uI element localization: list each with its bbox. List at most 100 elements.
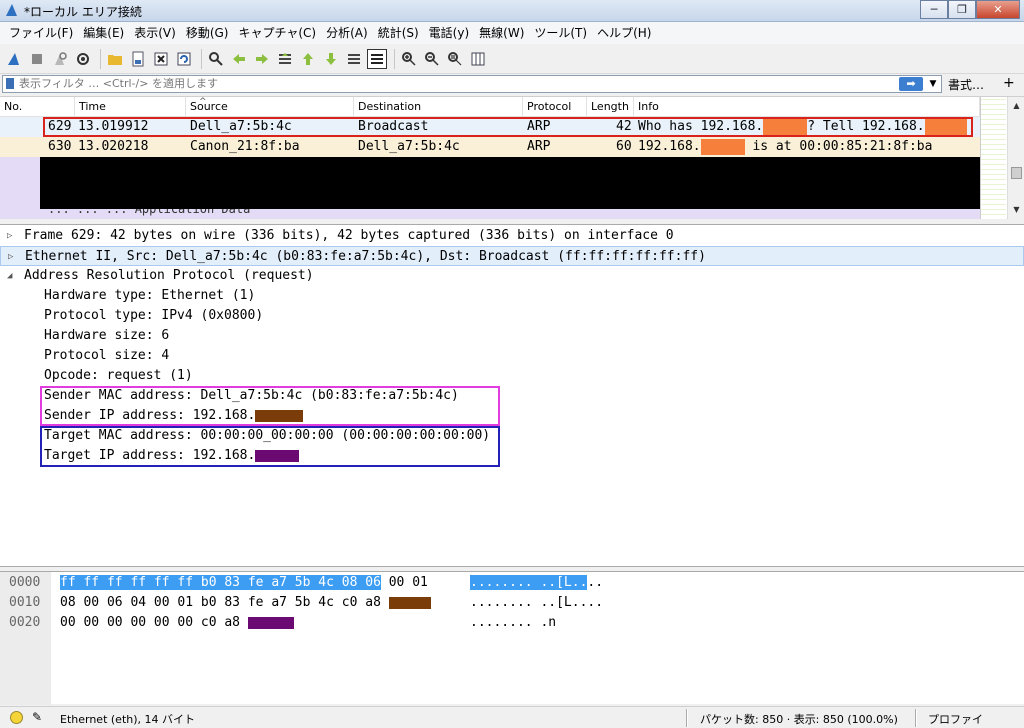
close-file-button[interactable] (151, 49, 171, 69)
folder-icon (108, 54, 122, 65)
packet-list-pane: No. Time ^ Source Destination Protocol Le… (0, 96, 1024, 219)
packet-destination: Dell_a7:5b:4c (358, 139, 460, 154)
zoom-out-button[interactable] (422, 49, 442, 69)
add-filter-button[interactable]: + (1003, 75, 1015, 91)
column-header-destination[interactable]: Destination (354, 97, 523, 117)
packet-source: Canon_21:8f:ba (190, 139, 300, 154)
go-last-button[interactable] (321, 49, 341, 69)
highlight-box-row-629 (43, 117, 973, 137)
bookmark-icon[interactable] (6, 78, 14, 89)
column-header-time[interactable]: Time ^ (75, 97, 207, 117)
save-file-button[interactable] (128, 49, 148, 69)
column-header-no[interactable]: No. (0, 97, 75, 117)
filter-expressions-button[interactable]: 書式… (948, 76, 984, 93)
reload-file-button[interactable] (174, 49, 194, 69)
menu-analyze[interactable]: 分析(A) (321, 22, 373, 44)
find-packet-button[interactable] (206, 49, 226, 69)
toolbar-separator (100, 48, 101, 69)
byte-hex: 08 00 06 04 00 01 b0 83 fe a7 5b 4c c0 a… (60, 593, 431, 613)
packet-no: 630 (48, 139, 72, 154)
auto-scroll-icon (348, 53, 360, 64)
expert-info-icon[interactable] (10, 711, 23, 724)
tree-field[interactable]: Opcode: request (1) (0, 366, 1024, 386)
go-back-button[interactable] (229, 49, 249, 69)
stop-capture-button[interactable] (27, 49, 47, 69)
go-to-packet-button[interactable] (275, 49, 295, 69)
status-profile[interactable]: プロファイル:Default (928, 711, 1024, 728)
capture-options-button[interactable] (73, 49, 93, 69)
resize-columns-button[interactable] (468, 49, 488, 69)
go-first-button[interactable] (298, 49, 318, 69)
column-header-time-label: Time (79, 100, 106, 113)
colorize-icon (371, 53, 383, 64)
column-header-protocol[interactable]: Protocol (523, 97, 587, 117)
edit-comment-icon[interactable]: ✎ (32, 710, 42, 724)
tree-field[interactable]: Protocol size: 4 (0, 346, 1024, 366)
colorize-button[interactable] (367, 48, 387, 69)
packet-row-630[interactable]: 630 13.020218 Canon_21:8f:ba Dell_a7:5b:… (0, 137, 980, 157)
scroll-thumb[interactable] (1011, 167, 1022, 179)
field-hardware-type: Hardware type: Ethernet (1) (44, 288, 256, 303)
menu-statistics[interactable]: 統計(S) (373, 22, 424, 44)
tree-frame-label: Frame 629: 42 bytes on wire (336 bits), … (24, 228, 674, 243)
auto-scroll-button[interactable] (344, 49, 364, 69)
tree-field[interactable]: Hardware type: Ethernet (1) (0, 286, 1024, 306)
redacted-bytes (388, 596, 431, 609)
menu-capture[interactable]: キャプチャ(C) (233, 22, 321, 44)
go-forward-button[interactable] (252, 49, 272, 69)
tree-arp[interactable]: ◢ Address Resolution Protocol (request) (0, 266, 1024, 286)
packet-list-scrollbar[interactable]: ▲ ▼ (1007, 97, 1024, 219)
menu-view[interactable]: 表示(V) (129, 22, 181, 44)
open-file-button[interactable] (105, 49, 125, 69)
maximize-button[interactable]: ❐ (948, 0, 976, 19)
arrow-left-icon (233, 53, 245, 64)
hex-rest: 00 00 00 00 00 00 c0 a8 (60, 615, 241, 630)
column-header-source[interactable]: Source (186, 97, 354, 117)
status-packet-count: パケット数: 850 · 表示: 850 (100.0%) (700, 713, 898, 726)
tree-field[interactable]: Protocol type: IPv4 (0x0800) (0, 306, 1024, 326)
ascii-rest: .. (587, 575, 604, 590)
apply-filter-button[interactable]: ➡ (899, 77, 923, 91)
arrow-up-icon (303, 52, 313, 65)
expand-arrow-icon[interactable]: ▷ (7, 226, 12, 246)
byte-offset: 0010 (9, 595, 41, 610)
zoom-reset-button[interactable] (445, 49, 465, 69)
display-filter-input[interactable]: 表示フィルタ … <Ctrl-/> を適用します (2, 75, 942, 93)
hex-rest: 00 01 (380, 575, 428, 590)
collapse-arrow-icon[interactable]: ◢ (7, 266, 12, 286)
packet-minimap[interactable] (980, 97, 1006, 219)
zoom-in-button[interactable] (399, 49, 419, 69)
menu-telephony[interactable]: 電話(y) (424, 22, 474, 44)
packet-info: 192.168. is at 00:00:85:21:8f:ba (638, 137, 932, 157)
shark-fin-icon (8, 52, 19, 65)
column-header-info[interactable]: Info (634, 97, 980, 117)
search-icon (209, 51, 223, 66)
tree-ethernet[interactable]: ▷ Ethernet II, Src: Dell_a7:5b:4c (b0:83… (0, 246, 1024, 266)
scroll-down-icon[interactable]: ▼ (1008, 203, 1024, 217)
filter-history-dropdown[interactable]: ▼ (927, 77, 939, 91)
scroll-up-icon[interactable]: ▲ (1008, 99, 1024, 113)
start-capture-button[interactable] (4, 49, 24, 69)
ascii-selected: ........ ..[L.. (470, 575, 588, 590)
column-header-length[interactable]: Length (587, 97, 634, 117)
expand-arrow-icon[interactable]: ▷ (8, 247, 13, 267)
hex-selected: ff ff ff ff ff ff b0 83 fe a7 5b 4c 08 0… (60, 575, 381, 590)
menu-wireless[interactable]: 無線(W) (474, 22, 529, 44)
redacted-rows (40, 157, 980, 209)
tree-field[interactable]: Hardware size: 6 (0, 326, 1024, 346)
tree-frame[interactable]: ▷ Frame 629: 42 bytes on wire (336 bits)… (0, 226, 1024, 246)
menu-edit[interactable]: 編集(E) (78, 22, 129, 44)
goto-packet-icon (279, 52, 291, 64)
menu-help[interactable]: ヘルプ(H) (592, 22, 656, 44)
field-opcode: Opcode: request (1) (44, 368, 193, 383)
restart-capture-button[interactable] (50, 49, 70, 69)
minimize-button[interactable]: ─ (920, 0, 948, 19)
close-button[interactable]: ✕ (976, 0, 1020, 19)
wireshark-fin-icon (6, 4, 17, 16)
gear-icon (77, 52, 89, 65)
packet-bytes-pane: 0000 ff ff ff ff ff ff b0 83 fe a7 5b 4c… (0, 571, 1024, 705)
menu-go[interactable]: 移動(G) (181, 22, 234, 44)
packet-length: 60 (616, 139, 632, 154)
menu-tools[interactable]: ツール(T) (529, 22, 592, 44)
menu-file[interactable]: ファイル(F) (4, 22, 78, 44)
